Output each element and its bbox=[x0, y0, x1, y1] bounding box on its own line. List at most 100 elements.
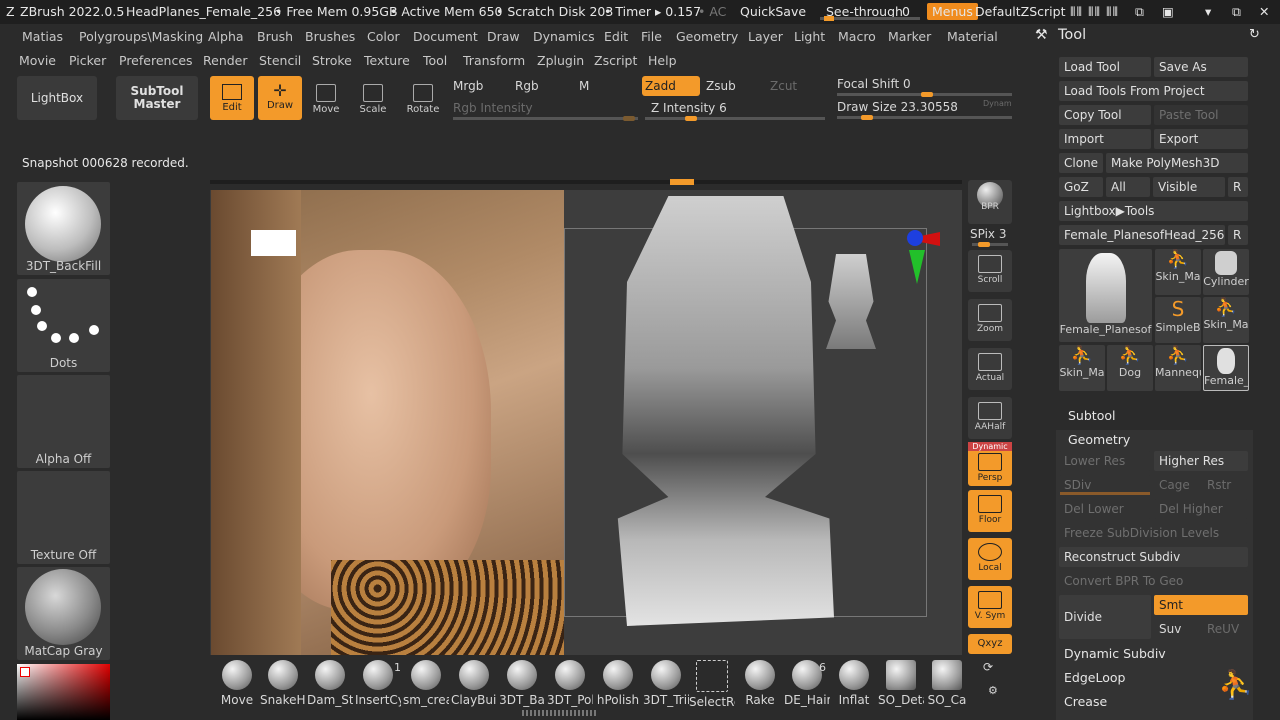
mrgb-button[interactable]: Mrgb bbox=[453, 79, 483, 93]
higher-res-button[interactable]: Higher Res bbox=[1154, 451, 1248, 471]
spix-label[interactable]: SPix 3 bbox=[970, 227, 1006, 241]
tool-thumb-skin1[interactable]: ⛹ Skin_Ma bbox=[1155, 249, 1201, 295]
move-button[interactable]: Move bbox=[304, 78, 348, 118]
script-name[interactable]: DefaultZScript bbox=[975, 4, 1066, 19]
scale-button[interactable]: Scale bbox=[351, 78, 395, 118]
current-tool-r-button[interactable]: R bbox=[1228, 225, 1248, 245]
copy-tool-button[interactable]: Copy Tool bbox=[1059, 105, 1151, 125]
dynamic-subdiv-section[interactable]: Dynamic Subdiv bbox=[1064, 646, 1166, 661]
menu-brush[interactable]: Brush bbox=[257, 29, 293, 44]
geometry-header[interactable]: Geometry bbox=[1068, 432, 1130, 447]
tool-thumb-cylinder[interactable]: Cylinder bbox=[1203, 249, 1249, 295]
zoom-button[interactable]: Zoom bbox=[968, 299, 1012, 341]
brush-snakeho[interactable]: SnakeHo bbox=[260, 660, 306, 718]
focal-shift-label[interactable]: Focal Shift 0 bbox=[837, 77, 911, 91]
brush-so-ca[interactable]: SO_Ca bbox=[924, 660, 970, 718]
m-button[interactable]: M bbox=[579, 79, 589, 93]
menu-stencil[interactable]: Stencil bbox=[259, 53, 301, 68]
tray-rotate-icon[interactable]: ⟳ bbox=[983, 660, 993, 674]
rgb-button[interactable]: Rgb bbox=[515, 79, 539, 93]
edit-button[interactable]: Edit bbox=[210, 76, 254, 120]
menu-file[interactable]: File bbox=[641, 29, 662, 44]
menu-layer[interactable]: Layer bbox=[748, 29, 783, 44]
clone-button[interactable]: Clone bbox=[1059, 153, 1103, 173]
divide-button[interactable]: Divide bbox=[1059, 595, 1151, 639]
tool-thumb-simpleb[interactable]: S SimpleB bbox=[1155, 297, 1201, 343]
menu-tool[interactable]: Tool bbox=[423, 53, 447, 68]
draw-size-slider[interactable] bbox=[837, 115, 1012, 120]
tool-thumb-main[interactable]: Female_Planesof bbox=[1059, 249, 1152, 342]
subtool-section[interactable]: Subtool bbox=[1068, 408, 1115, 423]
canvas-scrollbar[interactable] bbox=[210, 179, 962, 185]
actual-button[interactable]: Actual bbox=[968, 348, 1012, 390]
menu-transform[interactable]: Transform bbox=[463, 53, 525, 68]
export-button[interactable]: Export bbox=[1154, 129, 1248, 149]
tray-scroll-handle[interactable] bbox=[522, 710, 598, 716]
suv-toggle[interactable]: Suv bbox=[1159, 622, 1181, 636]
menus-toggle[interactable]: Menus bbox=[927, 3, 978, 20]
rstr-button[interactable]: Rstr bbox=[1207, 478, 1231, 492]
color-picker[interactable] bbox=[17, 664, 110, 720]
goz-r-button[interactable]: R bbox=[1228, 177, 1248, 197]
lightbox-button[interactable]: LightBox bbox=[17, 76, 97, 120]
panel-refresh-icon[interactable]: ↻ bbox=[1249, 27, 1260, 42]
lightbox-tools-button[interactable]: Lightbox▶Tools bbox=[1059, 201, 1248, 221]
menu-help[interactable]: Help bbox=[648, 53, 677, 68]
gizmo-z-axis-icon[interactable] bbox=[907, 230, 923, 246]
smt-toggle[interactable]: Smt bbox=[1154, 595, 1248, 615]
lower-res-button[interactable]: Lower Res bbox=[1059, 451, 1151, 471]
brush-selectre[interactable]: SelectRe bbox=[689, 660, 735, 718]
menu-divider-icon[interactable]: ⦀⦀ ⦀⦀ ⦀⦀ bbox=[1070, 4, 1119, 20]
menu-document[interactable]: Document bbox=[413, 29, 478, 44]
quicksave-button[interactable]: QuickSave bbox=[740, 4, 806, 19]
menu-polygroups-masking[interactable]: Polygroups\Masking bbox=[79, 29, 203, 44]
crease-section[interactable]: Crease bbox=[1064, 694, 1107, 709]
save-as-button[interactable]: Save As bbox=[1154, 57, 1248, 77]
menu-preferences[interactable]: Preferences bbox=[119, 53, 193, 68]
edgeloop-section[interactable]: EdgeLoop bbox=[1064, 670, 1125, 685]
menu-zplugin[interactable]: Zplugin bbox=[537, 53, 584, 68]
goz-button[interactable]: GoZ bbox=[1059, 177, 1103, 197]
menu-material[interactable]: Material bbox=[947, 29, 998, 44]
menu-render[interactable]: Render bbox=[203, 53, 248, 68]
rgb-intensity-slider[interactable] bbox=[453, 116, 638, 121]
goz-visible-button[interactable]: Visible bbox=[1153, 177, 1225, 197]
import-button[interactable]: Import bbox=[1059, 129, 1151, 149]
zsub-button[interactable]: Zsub bbox=[706, 79, 736, 93]
menu-matias[interactable]: Matias bbox=[22, 29, 63, 44]
menu-zscript[interactable]: Zscript bbox=[594, 53, 637, 68]
menu-macro[interactable]: Macro bbox=[838, 29, 876, 44]
draw-size-label[interactable]: Draw Size 23.30558 bbox=[837, 100, 958, 114]
3d-viewport[interactable] bbox=[564, 190, 962, 655]
xyz-button[interactable]: Qxyz bbox=[968, 634, 1012, 654]
menu-draw[interactable]: Draw bbox=[487, 29, 520, 44]
menu-dynamics[interactable]: Dynamics bbox=[533, 29, 595, 44]
goz-all-button[interactable]: All bbox=[1106, 177, 1150, 197]
focal-shift-slider[interactable] bbox=[837, 92, 1012, 97]
zadd-button[interactable]: Zadd bbox=[642, 76, 700, 96]
window-layout2-icon[interactable]: ▣ bbox=[1162, 4, 1174, 19]
brush-dam-sta[interactable]: Dam_Sta bbox=[307, 660, 353, 718]
zcut-button[interactable]: Zcut bbox=[770, 79, 797, 93]
z-intensity-label[interactable]: Z Intensity 6 bbox=[651, 101, 727, 115]
spix-slider[interactable] bbox=[972, 242, 1008, 247]
del-higher-button[interactable]: Del Higher bbox=[1154, 499, 1248, 519]
z-intensity-slider[interactable] bbox=[645, 116, 825, 121]
menu-stroke[interactable]: Stroke bbox=[312, 53, 352, 68]
convert-bpr-button[interactable]: Convert BPR To Geo bbox=[1059, 571, 1248, 591]
brush-rake[interactable]: Rake bbox=[737, 660, 783, 718]
draw-button[interactable]: ✛ Draw bbox=[258, 76, 302, 120]
subtool-master-button[interactable]: SubTool Master bbox=[116, 76, 198, 120]
current-tool-slider[interactable]: Female_PlanesofHead_256. bbox=[1059, 225, 1225, 245]
menu-alpha[interactable]: Alpha bbox=[208, 29, 244, 44]
rgb-intensity-label[interactable]: Rgb Intensity bbox=[453, 101, 533, 115]
menu-movie[interactable]: Movie bbox=[19, 53, 56, 68]
load-from-project-button[interactable]: Load Tools From Project bbox=[1059, 81, 1248, 101]
close-icon[interactable]: ✕ bbox=[1259, 4, 1269, 19]
tool-panel-title[interactable]: Tool bbox=[1058, 27, 1086, 43]
reconstruct-subdiv-button[interactable]: Reconstruct Subdiv bbox=[1059, 547, 1248, 567]
menu-texture[interactable]: Texture bbox=[364, 53, 410, 68]
see-through-slider[interactable] bbox=[820, 16, 920, 21]
window-layout-icon[interactable]: ⧉ bbox=[1135, 4, 1144, 20]
alpha-slot[interactable]: Alpha Off bbox=[17, 375, 110, 468]
